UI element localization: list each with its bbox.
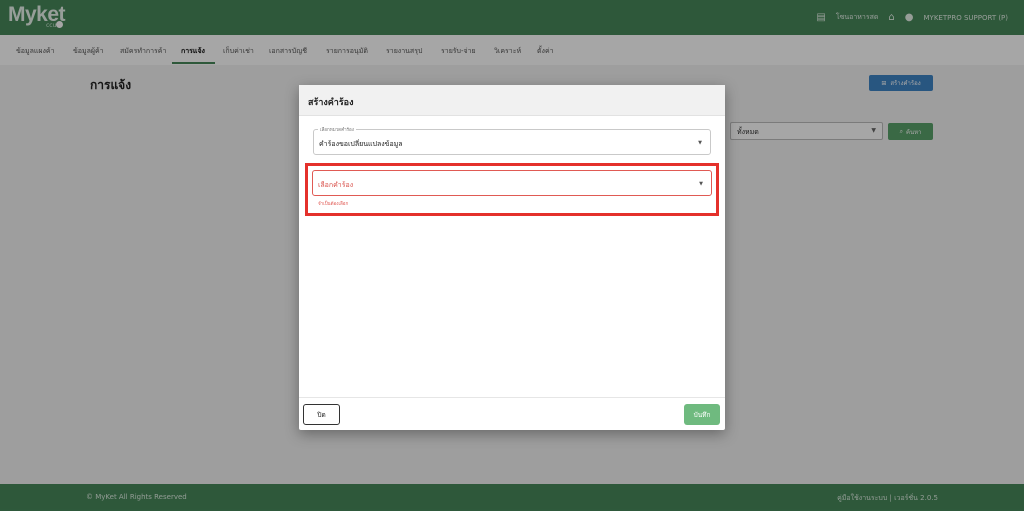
create-request-dialog: สร้างคำร้อง เลือกหมวดคำร้อง คำร้องขอเปลี… <box>299 85 725 430</box>
close-button[interactable]: ปิด <box>303 404 340 425</box>
dialog-footer: ปิด บันทึก <box>299 397 725 430</box>
required-error-message: จำเป็นต้องเลือก <box>318 202 349 207</box>
dialog-title: สร้างคำร้อง <box>308 98 354 108</box>
save-button[interactable]: บันทึก <box>684 404 720 425</box>
request-category-select[interactable]: เลือกหมวดคำร้อง คำร้องขอเปลี่ยนแปลงข้อมู… <box>313 126 711 155</box>
dialog-header: สร้างคำร้อง <box>299 85 725 116</box>
chevron-down-icon: ▼ <box>699 181 703 187</box>
request-category-value: คำร้องขอเปลี่ยนแปลงข้อมูล <box>319 140 403 148</box>
chevron-down-icon: ▼ <box>698 140 702 146</box>
request-category-label: เลือกหมวดคำร้อง <box>318 126 356 133</box>
request-type-placeholder: เลือกคำร้อง <box>318 181 354 189</box>
request-type-select[interactable]: เลือกคำร้อง ▼ <box>312 170 712 196</box>
